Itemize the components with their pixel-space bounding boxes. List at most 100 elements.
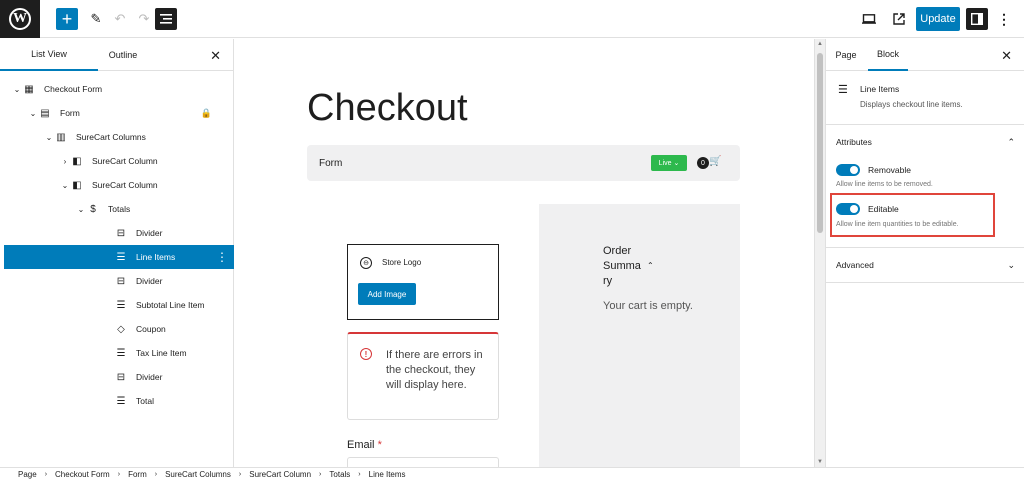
list-view-item[interactable]: ⌄ $ Totals (4, 197, 234, 221)
block-options-icon[interactable]: ⋮ (216, 250, 228, 264)
list-view-item-label: Subtotal Line Item (136, 300, 205, 310)
error-notice-block[interactable]: ! If there are errors in the checkout, t… (347, 332, 499, 420)
canvas-scrollbar[interactable]: ▲ ▼ (814, 39, 825, 467)
list-view-item[interactable]: ⊟ Divider (4, 221, 234, 245)
order-summary-column[interactable]: Order Summa ry ⌃ Your cart is empty. (539, 204, 740, 467)
list-view-item-label: SureCart Column (92, 156, 158, 166)
breadcrumb-item[interactable]: Totals (329, 470, 350, 479)
list-view-item-label: SureCart Column (92, 180, 158, 190)
tab-block[interactable]: Block (868, 39, 908, 71)
editor-canvas: Checkout Form Live ⌄ 0 🛒 Order Summa ry … (235, 39, 814, 467)
expand-chevron-icon[interactable]: ⌄ (44, 133, 54, 142)
list-view-item[interactable]: ⌄ ▤ Form 🔒 (4, 101, 234, 125)
block-type-icon: ▥ (56, 131, 66, 143)
list-view-item-label: Coupon (136, 324, 166, 334)
list-view-panel: List View Outline ✕ ⌄ ▦ Checkout Form ⌄ ▤ For… (0, 39, 234, 467)
breadcrumb-item[interactable]: Page (18, 470, 37, 479)
options-menu-button[interactable]: ⋮ (996, 8, 1012, 30)
breadcrumb-separator-icon: › (154, 470, 158, 478)
editor-toolbar: W + ✎ ↶ ↷ Update ⋮ (0, 0, 1024, 38)
cart-count-badge: 0 (697, 157, 709, 169)
breadcrumb-item[interactable]: SureCart Columns (165, 470, 231, 479)
block-type-icon: ⊟ (116, 371, 126, 383)
tab-page[interactable]: Page (830, 39, 862, 71)
block-type-icon: $ (90, 203, 96, 215)
edit-tools-button[interactable]: ✎ (86, 8, 106, 30)
settings-tabs: Page Block ✕ (826, 39, 1024, 71)
redo-button[interactable]: ↷ (136, 8, 152, 30)
block-type-icon: ☰ (116, 395, 126, 407)
list-view-item[interactable]: ⌄ ◧ SureCart Column (4, 173, 234, 197)
breadcrumb: Page › Checkout Form › Form › SureCart Columns… (0, 467, 1024, 480)
removable-toggle[interactable] (836, 164, 860, 176)
list-view-item[interactable]: › ◧ SureCart Column (4, 149, 234, 173)
list-view-item[interactable]: ⊟ Divider (4, 269, 234, 293)
page-title[interactable]: Checkout (307, 87, 468, 130)
breadcrumb-item[interactable]: Checkout Form (55, 470, 110, 479)
breadcrumb-separator-icon: › (358, 470, 361, 478)
list-view-item-label: Tax Line Item (136, 348, 187, 358)
desktop-icon (862, 14, 876, 24)
email-label-text: Email (347, 439, 375, 451)
scroll-down-icon[interactable]: ▼ (817, 459, 823, 465)
list-view-icon (160, 14, 172, 24)
expand-chevron-icon[interactable]: ⌄ (12, 85, 22, 94)
cart-icon[interactable]: 🛒 (709, 156, 721, 167)
breadcrumb-item[interactable]: Line Items (369, 470, 406, 479)
close-list-view-button[interactable]: ✕ (210, 48, 221, 64)
update-button[interactable]: Update (916, 7, 960, 31)
list-view-item[interactable]: ⌄ ▥ SureCart Columns (4, 125, 234, 149)
list-view-button[interactable] (155, 8, 177, 30)
close-settings-button[interactable]: ✕ (1001, 48, 1012, 64)
wordpress-icon: W (9, 8, 31, 30)
email-label: Email * (347, 439, 382, 451)
tab-outline[interactable]: Outline (98, 39, 148, 71)
live-mode-dropdown[interactable]: Live ⌄ (651, 155, 687, 171)
breadcrumb-separator-icon: › (117, 470, 121, 478)
expand-chevron-icon[interactable]: ⌄ (28, 109, 38, 118)
advanced-panel-toggle[interactable]: Advanced ⌄ (826, 247, 1024, 283)
expand-chevron-icon[interactable]: ⌄ (60, 181, 70, 190)
add-block-button[interactable]: + (56, 8, 78, 30)
form-block-header[interactable]: Form Live ⌄ 0 🛒 (307, 145, 740, 181)
email-field[interactable] (347, 457, 499, 467)
list-view-item-label: Totals (108, 204, 131, 214)
block-description: Displays checkout line items. (860, 100, 963, 109)
list-view-item[interactable]: ◇ Coupon (4, 317, 234, 341)
wordpress-logo-button[interactable]: W (0, 0, 40, 38)
list-view-item[interactable]: ☰ Total (4, 389, 234, 413)
scroll-up-icon[interactable]: ▲ (817, 41, 823, 47)
list-view-item-label: Divider (136, 372, 163, 382)
external-link-icon (893, 13, 905, 25)
preview-button[interactable] (858, 8, 880, 30)
expand-chevron-icon[interactable]: ⌄ (76, 205, 86, 214)
scrollbar-thumb[interactable] (817, 53, 823, 233)
add-image-button[interactable]: Add Image (358, 283, 416, 305)
block-title: Line Items (860, 84, 900, 94)
sidebar-icon (971, 13, 983, 25)
settings-button[interactable] (966, 8, 988, 30)
view-post-button[interactable] (888, 8, 910, 30)
chevron-down-icon: ⌄ (1007, 259, 1015, 270)
breadcrumb-item[interactable]: SureCart Column (249, 470, 311, 479)
breadcrumb-separator-icon: › (238, 470, 242, 478)
store-logo-block[interactable]: ⊖ Store Logo Add Image (347, 244, 499, 320)
list-view-item[interactable]: ☰ Subtotal Line Item (4, 293, 234, 317)
list-view-item[interactable]: ☰ Line Items ⋮ (4, 245, 234, 269)
list-view-item[interactable]: ⌄ ▦ Checkout Form (4, 77, 234, 101)
order-summary-title: Order Summa ry (603, 245, 641, 287)
advanced-label: Advanced (836, 260, 874, 270)
list-view-item-label: Checkout Form (44, 84, 103, 94)
undo-button[interactable]: ↶ (112, 8, 128, 30)
breadcrumb-item[interactable]: Form (128, 470, 147, 479)
error-message: If there are errors in the checkout, the… (386, 349, 483, 391)
store-logo-icon: ⊖ (360, 257, 372, 269)
chevron-up-icon[interactable]: ⌃ (647, 261, 654, 270)
attributes-panel-toggle[interactable]: Attributes ⌃ (826, 126, 1024, 158)
list-view-item-label: Divider (136, 228, 163, 238)
expand-chevron-icon[interactable]: › (60, 157, 70, 166)
tab-list-view[interactable]: List View (0, 39, 98, 71)
list-view-item[interactable]: ⊟ Divider (4, 365, 234, 389)
list-view-item[interactable]: ☰ Tax Line Item (4, 341, 234, 365)
block-type-icon: ☰ (116, 299, 126, 311)
